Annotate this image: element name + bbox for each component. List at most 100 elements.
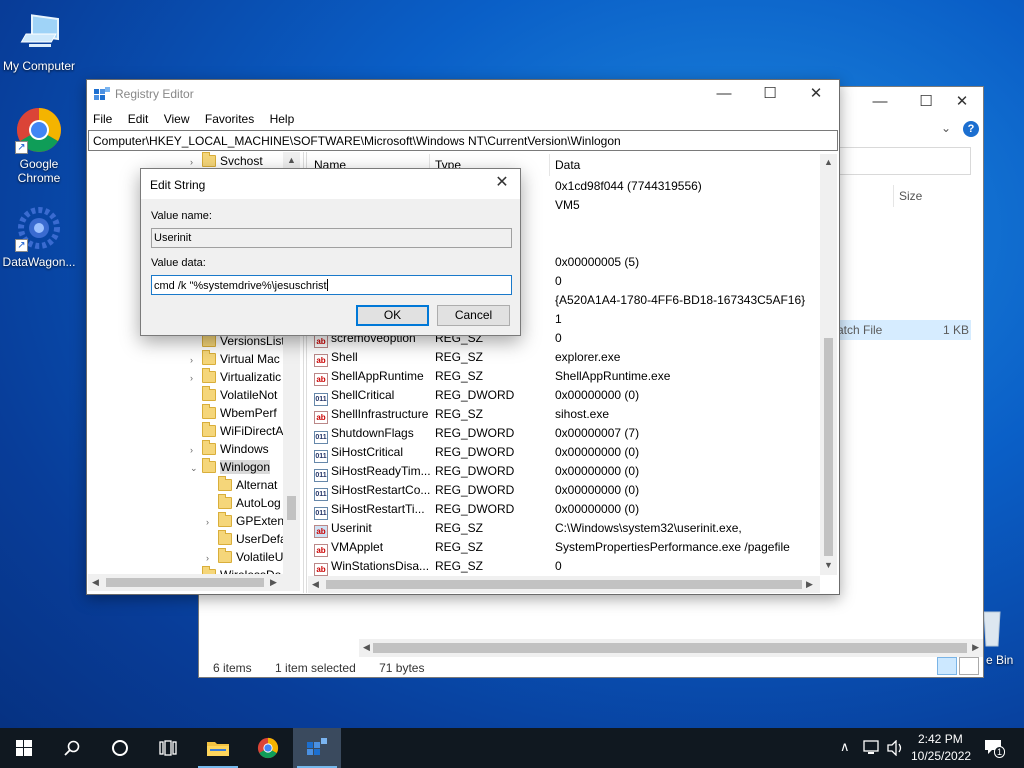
- minimize-button[interactable]: —: [857, 91, 903, 113]
- column-separator[interactable]: [549, 154, 550, 176]
- registry-value-row[interactable]: 011 ShellCritical REG_DWORD 0x00000000 (0): [308, 386, 820, 406]
- close-icon[interactable]: ✕: [492, 173, 512, 193]
- scroll-left-icon[interactable]: ◀: [363, 642, 370, 653]
- search-button[interactable]: [48, 728, 96, 768]
- details-view-button[interactable]: [937, 657, 957, 675]
- value-type: REG_DWORD: [435, 502, 515, 516]
- taskbar-file-explorer[interactable]: [194, 728, 242, 768]
- scrollbar-thumb[interactable]: [106, 578, 264, 587]
- value-data: 0x00000007 (7): [555, 426, 640, 440]
- tree-item[interactable]: ⌄ Winlogon: [190, 458, 271, 477]
- expand-chevron-icon[interactable]: ›: [206, 513, 218, 531]
- task-view-button[interactable]: [144, 728, 192, 768]
- help-icon[interactable]: ?: [963, 121, 979, 137]
- chevron-down-icon[interactable]: ⌄: [941, 121, 951, 135]
- search-input[interactable]: [839, 147, 971, 175]
- scrollbar-thumb[interactable]: [326, 580, 802, 589]
- scroll-left-icon[interactable]: ◀: [312, 579, 319, 590]
- menu-view[interactable]: View: [158, 109, 196, 126]
- desktop-icon-my-computer[interactable]: My Computer: [0, 8, 78, 73]
- expanded-chevron-icon[interactable]: ⌄: [190, 459, 202, 477]
- tree-item[interactable]: › VolatileU: [206, 548, 283, 566]
- scroll-left-icon[interactable]: ◀: [92, 577, 99, 588]
- maximize-button[interactable]: ☐: [747, 80, 793, 108]
- scrollbar-thumb[interactable]: [373, 643, 967, 653]
- cortana-button[interactable]: [96, 728, 144, 768]
- tree-item-label: Winlogon: [220, 460, 271, 474]
- tree-item[interactable]: Alternat: [206, 476, 277, 494]
- edit-string-dialog[interactable]: Edit String ✕ Value name: Userinit Value…: [140, 168, 521, 336]
- desktop-icon-recycle-bin[interactable]: e Bin: [978, 606, 1024, 668]
- menu-help[interactable]: Help: [264, 109, 301, 126]
- expand-chevron-icon[interactable]: ›: [190, 369, 202, 387]
- close-button[interactable]: ✕: [793, 80, 839, 108]
- taskbar-registry-editor[interactable]: [293, 728, 341, 768]
- value-name: 011 ShutdownFlags: [314, 424, 432, 444]
- close-button[interactable]: ✕: [939, 91, 985, 113]
- expand-chevron-icon[interactable]: ›: [206, 549, 218, 567]
- tree-item[interactable]: › Windows: [190, 440, 269, 458]
- value-data-input[interactable]: cmd /k "%systemdrive%\jesuschrist: [151, 275, 512, 295]
- ok-button[interactable]: OK: [356, 305, 429, 326]
- tree-item[interactable]: › Virtualizatic: [190, 368, 281, 386]
- scrollbar-thumb[interactable]: [287, 496, 296, 520]
- scroll-right-icon[interactable]: ▶: [270, 577, 277, 588]
- address-bar[interactable]: Computer\HKEY_LOCAL_MACHINE\SOFTWARE\Mic…: [88, 130, 838, 151]
- registry-value-row[interactable]: 011 SiHostRestartCo... REG_DWORD 0x00000000…: [308, 481, 820, 501]
- cancel-button[interactable]: Cancel: [437, 305, 510, 326]
- registry-value-row[interactable]: ab ShellAppRuntime REG_SZ ShellAppRuntime.e…: [308, 367, 820, 386]
- minimize-button[interactable]: —: [701, 80, 747, 108]
- tree-item[interactable]: › GPExten: [206, 512, 284, 530]
- expand-chevron-icon[interactable]: ›: [190, 441, 202, 459]
- menu-favorites[interactable]: Favorites: [199, 109, 260, 126]
- tree-item[interactable]: WbemPerf: [190, 404, 277, 422]
- show-hidden-icons-chevron-icon[interactable]: ∧: [840, 739, 850, 755]
- volume-icon[interactable]: [886, 740, 904, 756]
- tree-item[interactable]: WiFiDirectA: [190, 422, 283, 440]
- registry-value-row[interactable]: 011 SiHostReadyTim... REG_DWORD 0x00000000 …: [308, 462, 820, 482]
- registry-value-row[interactable]: ab Shell REG_SZ explorer.exe: [308, 348, 820, 367]
- registry-editor-window[interactable]: Registry Editor — ☐ ✕ File Edit View Fav…: [86, 79, 840, 595]
- scroll-up-icon[interactable]: ▲: [287, 155, 296, 165]
- registry-value-row[interactable]: ab Userinit REG_SZ C:\Windows\system32\user…: [308, 519, 820, 538]
- folder-icon: [202, 152, 216, 167]
- menu-file[interactable]: File: [87, 109, 118, 126]
- scrollbar-thumb[interactable]: [824, 338, 833, 556]
- taskbar-chrome[interactable]: [244, 728, 292, 768]
- clock-time[interactable]: 2:42 PM: [918, 732, 963, 746]
- desktop-icon-datawagon[interactable]: ↗ DataWagon...: [0, 204, 78, 269]
- scroll-right-icon[interactable]: ▶: [972, 642, 979, 653]
- registry-value-row[interactable]: 011 SiHostCritical REG_DWORD 0x00000000 (0): [308, 443, 820, 463]
- registry-value-row[interactable]: ab VMApplet REG_SZ SystemPropertiesPerforma…: [308, 538, 820, 557]
- dialog-title-bar[interactable]: Edit String ✕: [141, 169, 520, 199]
- expand-chevron-icon[interactable]: ›: [190, 351, 202, 369]
- scroll-down-icon[interactable]: ▼: [824, 560, 833, 570]
- clock-date[interactable]: 10/25/2022: [911, 749, 971, 763]
- network-icon[interactable]: [862, 740, 880, 756]
- desktop-icon-google-chrome[interactable]: ↗ Google Chrome: [0, 106, 78, 185]
- column-header-size[interactable]: Size: [899, 189, 922, 203]
- values-vertical-scrollbar[interactable]: ▲ ▼: [820, 154, 837, 575]
- tree-item[interactable]: › Virtual Mac: [190, 350, 280, 368]
- notification-center-button[interactable]: 1: [980, 736, 1008, 760]
- tree-item[interactable]: UserDefa: [206, 530, 287, 548]
- registry-value-row[interactable]: 011 ShutdownFlags REG_DWORD 0x00000007 (7): [308, 424, 820, 444]
- tree-item[interactable]: AutoLog: [206, 494, 281, 512]
- horizontal-scrollbar[interactable]: ◀ ▶: [359, 639, 983, 657]
- values-horizontal-scrollbar[interactable]: ◀ ▶: [308, 576, 820, 593]
- registry-value-row[interactable]: ab WinStationsDisa... REG_SZ 0: [308, 557, 820, 576]
- file-type: atch File: [837, 323, 883, 337]
- reg-sz-icon: ab: [314, 373, 328, 386]
- menu-edit[interactable]: Edit: [122, 109, 155, 126]
- column-header-data[interactable]: Data: [555, 158, 580, 172]
- file-row-selected[interactable]: atch File 1 KB: [837, 320, 971, 340]
- tree-item[interactable]: VolatileNot: [190, 386, 277, 404]
- scroll-up-icon[interactable]: ▲: [824, 157, 833, 167]
- tree-horizontal-scrollbar[interactable]: ◀ ▶: [88, 574, 300, 591]
- registry-value-row[interactable]: ab ShellInfrastructure REG_SZ sihost.exe: [308, 405, 820, 424]
- title-bar[interactable]: Registry Editor — ☐ ✕: [87, 80, 839, 108]
- registry-value-row[interactable]: 011 SiHostRestartTi... REG_DWORD 0x00000000…: [308, 500, 820, 520]
- large-icons-view-button[interactable]: [959, 657, 979, 675]
- scroll-right-icon[interactable]: ▶: [806, 579, 813, 590]
- start-button[interactable]: [0, 728, 48, 768]
